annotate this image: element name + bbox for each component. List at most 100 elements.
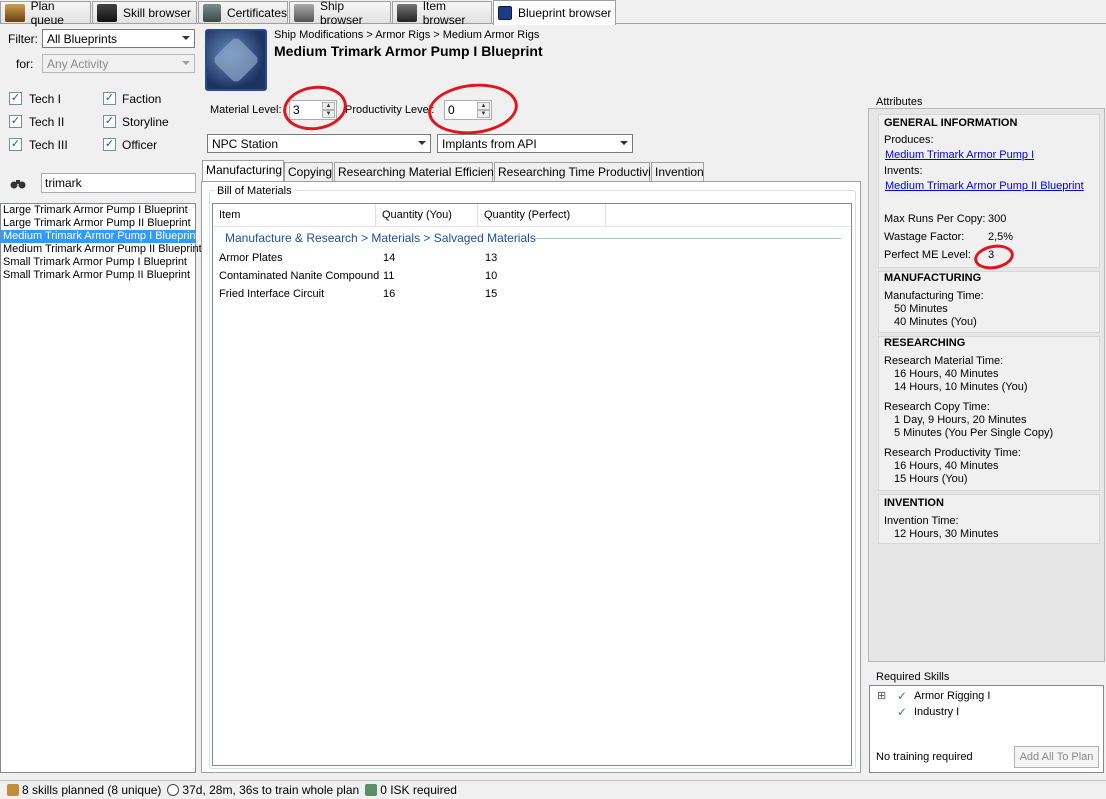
quantity-perfect-cell: 15 <box>485 288 498 300</box>
list-item[interactable]: Large Trimark Armor Pump I Blueprint <box>1 204 195 217</box>
tab-label: Plan queue <box>30 0 64 27</box>
manufacturing-time-label: Manufacturing Time: <box>884 290 984 302</box>
research-copy-time-label: Research Copy Time: <box>884 401 990 413</box>
research-productivity-time-label: Research Productivity Time: <box>884 447 1021 459</box>
skill-item[interactable]: Industry I <box>914 706 959 718</box>
checkbox-box[interactable]: ✓ <box>9 92 22 105</box>
tab-certificates[interactable]: Certificates <box>198 1 288 23</box>
perfect-me-label: Perfect ME Level: <box>884 249 971 261</box>
checkbox-label: Faction <box>122 92 162 106</box>
activity-dropdown[interactable]: Any Activity <box>42 54 195 73</box>
header-divider <box>213 226 851 227</box>
research-material-time-label: Research Material Time: <box>884 355 1004 367</box>
plan-icon <box>7 784 19 796</box>
research-material-time-base: 16 Hours, 40 Minutes <box>894 368 999 380</box>
section-heading: RESEARCHING <box>884 337 966 349</box>
category-group-header: Manufacture & Research > Materials > Sal… <box>225 231 536 245</box>
checkbox-label: Officer <box>122 138 158 152</box>
research-productivity-time-you: 15 Hours (You) <box>894 473 968 485</box>
chevron-down-icon <box>182 36 190 40</box>
manufacturing-time-you: 40 Minutes (You) <box>894 316 977 328</box>
tab-ship-browser[interactable]: Ship browser <box>289 0 391 27</box>
section-heading: MANUFACTURING <box>884 272 982 284</box>
research-copy-time-you: 5 Minutes (You Per Single Copy) <box>894 427 1054 439</box>
tab-researching-material-efficiency[interactable]: Researching Material Efficiency <box>334 162 506 181</box>
list-item[interactable]: Large Trimark Armor Pump II Blueprint <box>1 217 195 230</box>
produces-link[interactable]: Medium Trimark Armor Pump I <box>885 149 1034 161</box>
checkbox-box[interactable]: ✓ <box>9 115 22 128</box>
checkbox-box[interactable]: ✓ <box>103 92 116 105</box>
category-divider <box>535 238 841 239</box>
tab-label: Item browser <box>422 0 466 27</box>
check-icon: ✓ <box>897 705 908 719</box>
filter-dropdown[interactable]: All Blueprints <box>42 29 195 48</box>
checkbox-box[interactable]: ✓ <box>9 138 22 151</box>
clock-icon <box>167 784 180 796</box>
list-item[interactable]: Medium Trimark Armor Pump II Blueprint <box>1 243 202 256</box>
plan-queue-icon <box>5 3 25 22</box>
attributes-title: Attributes <box>876 96 923 108</box>
productivity-level-label: Productivity Level: <box>345 104 435 116</box>
blueprint-list: Large Trimark Armor Pump I Blueprint Lar… <box>0 203 202 773</box>
tab-label: Ship browser <box>320 0 363 27</box>
column-header-quantity-you[interactable]: Quantity (You) <box>376 204 478 226</box>
checkbox-label: Tech III <box>29 138 68 152</box>
checkbox-box[interactable]: ✓ <box>103 115 116 128</box>
checkbox-label: Tech I <box>29 92 62 106</box>
max-runs-label: Max Runs Per Copy: <box>884 213 986 225</box>
isk-required-status: 0 ISK required <box>380 783 457 797</box>
quantity-perfect-cell: 10 <box>485 270 498 282</box>
add-all-to-plan-button[interactable]: Add All To Plan <box>1014 746 1099 768</box>
check-icon: ✓ <box>897 689 908 703</box>
main-tab-bar: Plan queue Skill browser Certificates Sh… <box>0 0 1106 27</box>
annotation-circle <box>280 81 350 135</box>
chevron-down-icon <box>418 141 426 145</box>
tab-item-browser[interactable]: Item browser <box>392 0 492 27</box>
search-value: trimark <box>45 176 82 190</box>
manufacturing-time-base: 50 Minutes <box>894 303 948 315</box>
checkbox-box[interactable]: ✓ <box>103 138 116 151</box>
implants-value: Implants from API <box>442 137 537 151</box>
list-item[interactable]: Small Trimark Armor Pump II Blueprint <box>1 269 195 282</box>
tab-label: Certificates <box>226 5 287 20</box>
item-browser-icon <box>397 3 417 22</box>
section-heading: INVENTION <box>884 497 944 509</box>
wastage-label: Wastage Factor: <box>884 231 965 243</box>
list-item[interactable]: Small Trimark Armor Pump I Blueprint <box>1 256 195 269</box>
tab-researching-time-productivity[interactable]: Researching Time Productivity <box>494 162 660 181</box>
list-item-selected[interactable]: Medium Trimark Armor Pump I Blueprint <box>1 230 199 243</box>
blueprint-icon <box>205 29 267 91</box>
breadcrumb: Ship Modifications > Armor Rigs > Medium… <box>274 29 540 41</box>
quantity-you-cell: 14 <box>383 252 396 264</box>
invention-time-value: 12 Hours, 30 Minutes <box>894 528 999 540</box>
training-status: No training required <box>876 751 973 763</box>
certificates-icon <box>203 3 221 22</box>
filter-value: All Blueprints <box>47 32 118 46</box>
invention-time-label: Invention Time: <box>884 515 959 527</box>
quantity-you-cell: 16 <box>383 288 396 300</box>
blueprint-browser-icon <box>498 6 512 20</box>
item-cell: Contaminated Nanite Compound <box>219 270 380 282</box>
column-header-item[interactable]: Item <box>213 204 376 226</box>
expand-icon[interactable]: ⊞ <box>877 689 886 702</box>
tab-label: Blueprint browser <box>518 6 612 20</box>
annotation-circle <box>425 79 521 139</box>
tab-blueprint-browser[interactable]: Blueprint browser <box>493 0 616 25</box>
isk-icon <box>365 784 378 796</box>
column-header-quantity-perfect[interactable]: Quantity (Perfect) <box>478 204 606 226</box>
page-title: Medium Trimark Armor Pump I Blueprint <box>274 43 543 59</box>
tab-copying[interactable]: Copying <box>284 162 333 181</box>
invents-link[interactable]: Medium Trimark Armor Pump II Blueprint <box>885 180 1084 192</box>
search-input[interactable]: trimark <box>41 173 196 193</box>
tab-manufacturing[interactable]: Manufacturing <box>202 160 284 182</box>
quantity-you-cell: 11 <box>383 270 395 282</box>
tab-skill-browser[interactable]: Skill browser <box>92 1 197 23</box>
skill-item[interactable]: Armor Rigging I <box>914 690 990 702</box>
implants-dropdown[interactable]: Implants from API <box>437 134 633 153</box>
required-skills-title: Required Skills <box>876 671 950 683</box>
training-time-status: 37d, 28m, 36s to train whole plan <box>182 783 360 797</box>
binoculars-icon <box>10 180 26 189</box>
tab-invention[interactable]: Invention <box>651 162 704 181</box>
tab-plan-queue[interactable]: Plan queue <box>0 0 91 27</box>
station-dropdown[interactable]: NPC Station <box>207 134 431 153</box>
